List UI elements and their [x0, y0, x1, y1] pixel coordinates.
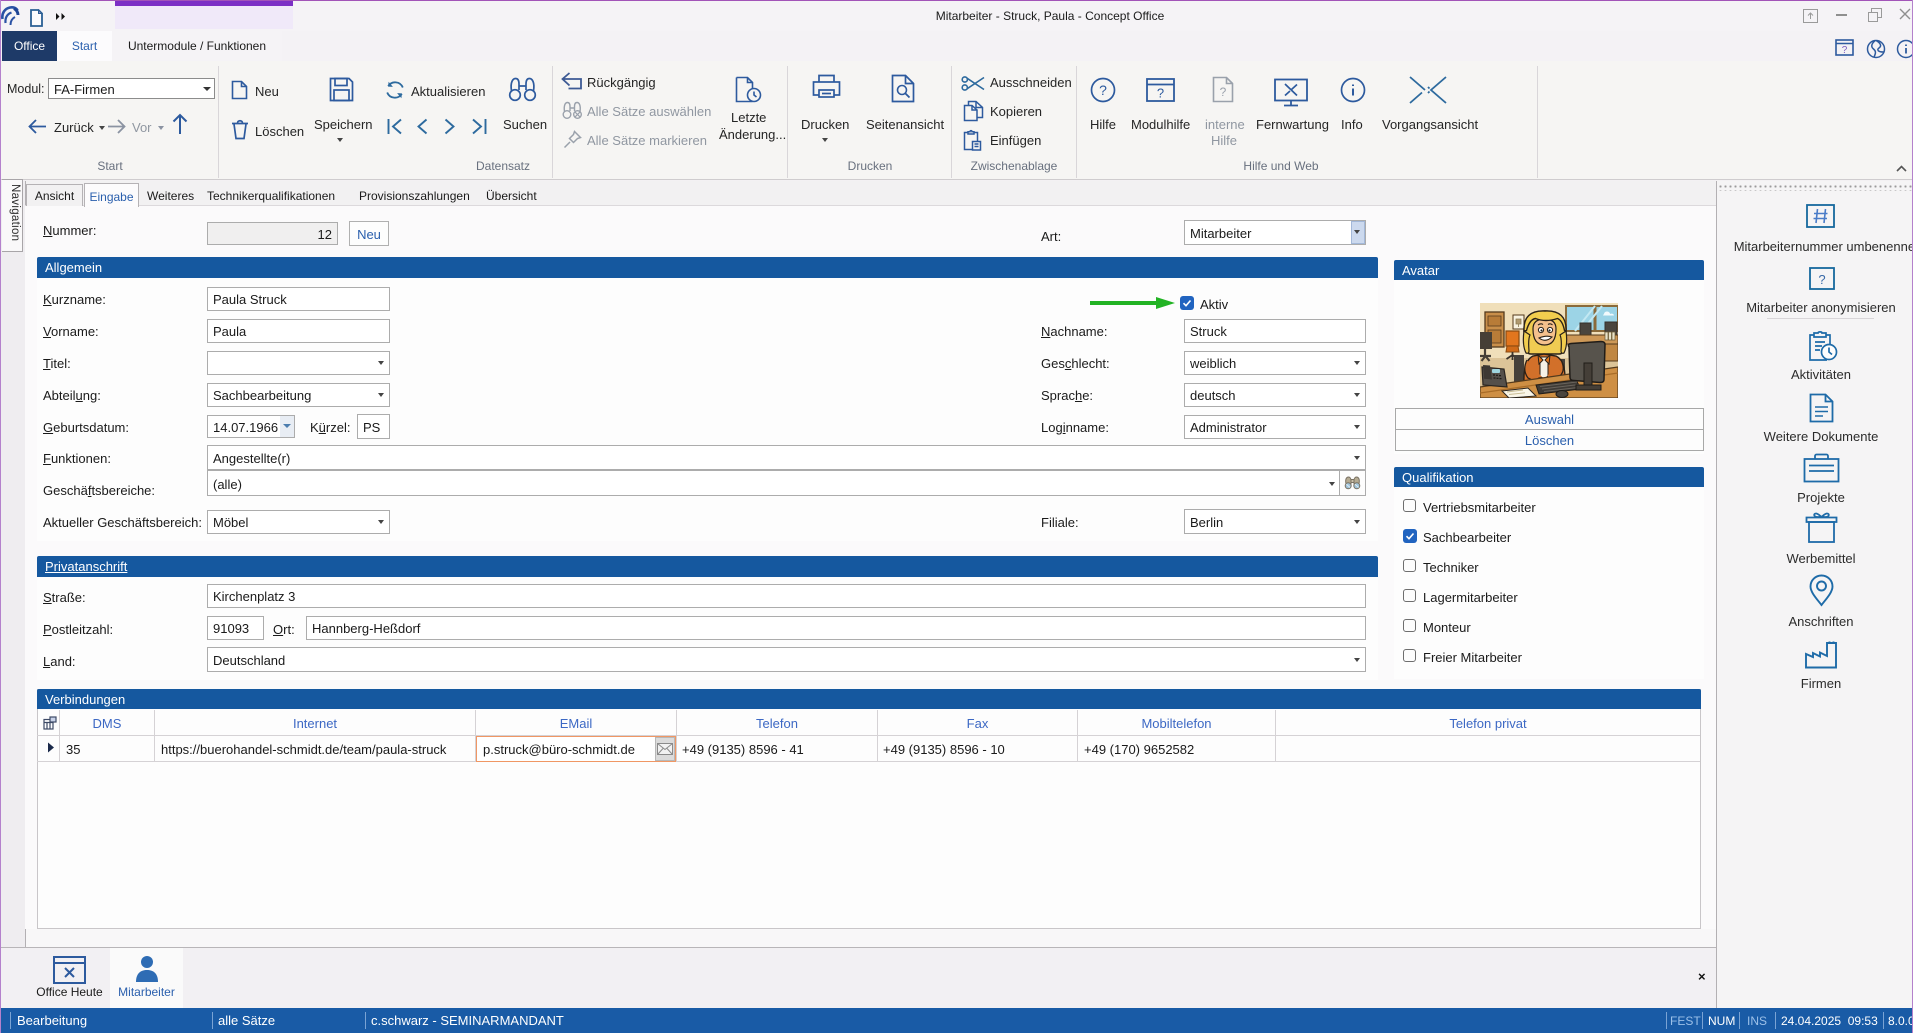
svg-text:?: ? — [1099, 82, 1107, 98]
svg-text:?: ? — [1818, 272, 1825, 287]
svg-text:?: ? — [1842, 45, 1848, 56]
svg-text:?: ? — [1157, 86, 1164, 101]
svg-text:?: ? — [1220, 85, 1227, 99]
